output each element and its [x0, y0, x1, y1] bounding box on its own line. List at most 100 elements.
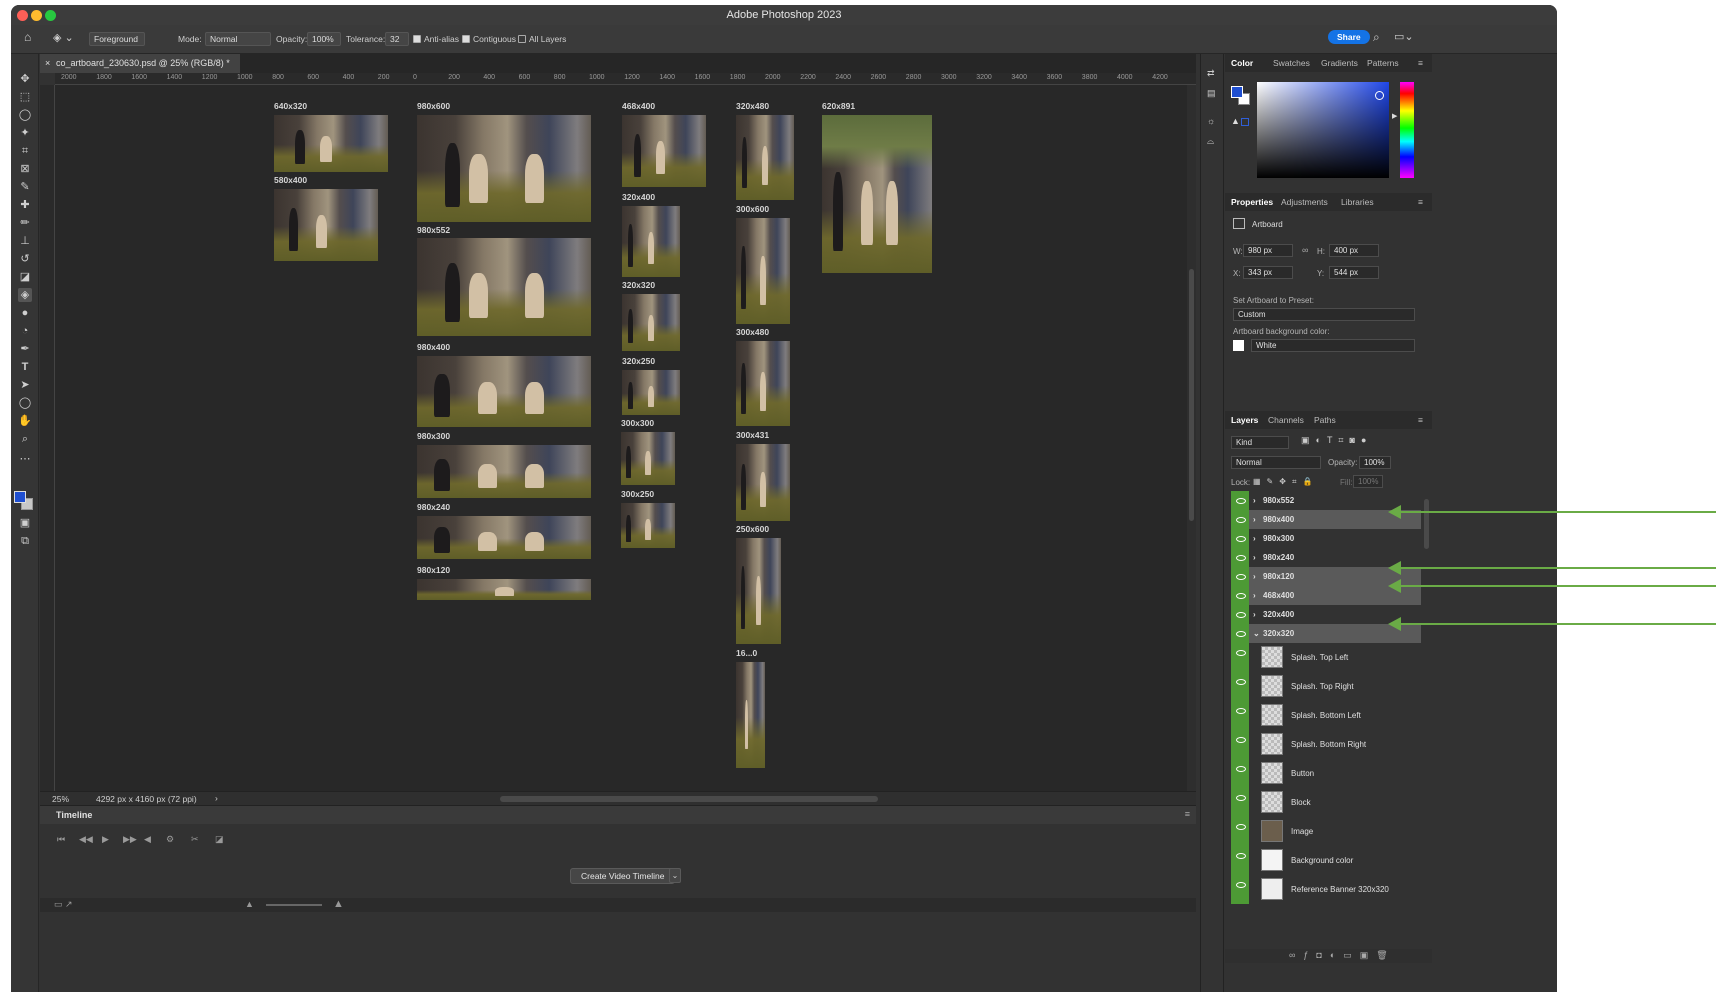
screen-mode-icon[interactable]: ⧉ — [18, 534, 32, 548]
y-input[interactable]: 544 px — [1329, 266, 1379, 279]
panel-menu-icon[interactable]: ≡ — [1185, 809, 1190, 819]
visibility-eye-icon[interactable] — [1231, 817, 1249, 846]
panel-menu-icon[interactable]: ≡ — [1418, 58, 1423, 68]
prev-frame-icon[interactable]: ◀◀ — [79, 834, 93, 845]
lock-icons[interactable]: ▦✎✥⌗🔒 — [1253, 477, 1318, 487]
layer-item[interactable]: Splash. Bottom Right — [1231, 730, 1421, 759]
layer-item[interactable]: Reference Banner 320x320 — [1231, 875, 1421, 904]
blend-mode-select[interactable]: Normal — [1231, 456, 1321, 469]
hand-tool-icon[interactable]: ✋ — [18, 414, 32, 428]
artboard-bg-select[interactable]: White — [1251, 339, 1415, 352]
artboard-160x600[interactable] — [736, 662, 765, 768]
document-tab[interactable]: × co_artboard_230630.psd @ 25% (RGB/8) * — [40, 54, 240, 73]
contiguous-checkbox[interactable]: Contiguous — [462, 34, 516, 44]
artboard-980x300[interactable] — [417, 445, 591, 498]
artboard-980x400[interactable] — [417, 356, 591, 427]
link-dimensions-icon[interactable]: ∞ — [1302, 245, 1308, 255]
search-icon[interactable]: ⌕ — [1373, 30, 1380, 45]
create-video-timeline-button[interactable]: Create Video Timeline — [570, 868, 676, 884]
zoom-level[interactable]: 25% — [52, 794, 69, 804]
artboard-300x300[interactable] — [621, 432, 675, 485]
visibility-eye-icon[interactable] — [1231, 567, 1249, 586]
tab-adjustments[interactable]: Adjustments — [1281, 197, 1328, 207]
artboard-980x120[interactable] — [417, 579, 591, 600]
pen-tool-icon[interactable]: ✒ — [18, 342, 32, 356]
eraser-tool-icon[interactable]: ◪ — [18, 270, 32, 284]
eyedropper-tool-icon[interactable]: ✎ — [18, 180, 32, 194]
zoom-tool-icon[interactable]: ⌕ — [18, 432, 32, 446]
artboard-620x891[interactable] — [822, 115, 932, 273]
frame-icon[interactable]: ▭ ↗ — [54, 899, 73, 910]
next-frame-icon[interactable]: ▶▶ — [123, 834, 137, 845]
foreground-color-swatch[interactable] — [14, 491, 26, 503]
horizontal-scrollbar[interactable] — [500, 796, 878, 802]
hue-slider-handle-icon[interactable]: ▶ — [1392, 112, 1397, 120]
artboard-320x480[interactable] — [736, 115, 794, 200]
tab-libraries[interactable]: Libraries — [1341, 197, 1374, 207]
magic-wand-tool-icon[interactable]: ✦ — [18, 126, 32, 140]
layer-item[interactable]: Button — [1231, 759, 1421, 788]
frame-tool-icon[interactable]: ⊠ — [18, 162, 32, 176]
color-picker-circle[interactable] — [1375, 91, 1384, 100]
artboard-300x600[interactable] — [736, 218, 790, 324]
expand-arrow-icon[interactable]: › — [1253, 510, 1256, 529]
color-field[interactable] — [1257, 82, 1389, 178]
fill-source-select[interactable]: Foreground — [89, 32, 145, 46]
tab-swatches[interactable]: Swatches — [1273, 58, 1310, 68]
layer-item[interactable]: Splash. Top Right — [1231, 672, 1421, 701]
visibility-eye-icon[interactable] — [1231, 701, 1249, 730]
lasso-tool-icon[interactable]: ◯ — [18, 108, 32, 122]
tab-color[interactable]: Color — [1231, 58, 1253, 68]
more-tools-icon[interactable]: ⋯ — [18, 452, 32, 466]
path-selection-icon[interactable]: ➤ — [18, 378, 32, 392]
blur-tool-icon[interactable]: ● — [18, 306, 32, 320]
layer-group[interactable]: › 980x300 — [1231, 529, 1421, 548]
artboard-468x400[interactable] — [622, 115, 706, 187]
visibility-eye-icon[interactable] — [1231, 529, 1249, 548]
visibility-eye-icon[interactable] — [1231, 759, 1249, 788]
visibility-eye-icon[interactable] — [1231, 510, 1249, 529]
workspace-icon[interactable]: ▭⌄ — [1394, 30, 1414, 43]
tab-channels[interactable]: Channels — [1268, 415, 1304, 425]
tolerance-input[interactable]: 32 — [385, 32, 409, 46]
visibility-eye-icon[interactable] — [1231, 788, 1249, 817]
type-tool-icon[interactable]: T — [18, 360, 32, 374]
tab-gradients[interactable]: Gradients — [1321, 58, 1358, 68]
x-input[interactable]: 343 px — [1243, 266, 1293, 279]
artboard-580x400[interactable] — [274, 189, 378, 261]
layer-item[interactable]: Splash. Top Left — [1231, 643, 1421, 672]
panel-menu-icon[interactable]: ≡ — [1418, 415, 1423, 425]
visibility-eye-icon[interactable] — [1231, 730, 1249, 759]
panel-menu-icon[interactable]: ≡ — [1418, 197, 1423, 207]
first-frame-icon[interactable]: ⏮ — [57, 834, 65, 845]
layer-item[interactable]: Background color — [1231, 846, 1421, 875]
layers-scrollbar[interactable] — [1424, 499, 1429, 549]
artboard-640x320[interactable] — [274, 115, 388, 172]
tab-layers[interactable]: Layers — [1231, 415, 1258, 425]
height-input[interactable]: 400 px — [1329, 244, 1379, 257]
artboard-980x240[interactable] — [417, 516, 591, 559]
expand-arrow-icon[interactable]: › — [1253, 586, 1256, 605]
filter-icons[interactable]: ▣◐T⌗◙● — [1301, 435, 1372, 446]
artboard-bg-swatch[interactable] — [1233, 340, 1244, 351]
play-icon[interactable]: ▶ — [102, 834, 109, 845]
paint-bucket-icon[interactable]: ◈ — [18, 288, 32, 302]
transition-icon[interactable]: ◪ — [215, 834, 224, 845]
share-button[interactable]: Share — [1328, 30, 1370, 44]
tab-paths[interactable]: Paths — [1314, 415, 1336, 425]
artboard-250x600[interactable] — [736, 538, 781, 644]
healing-brush-icon[interactable]: ✚ — [18, 198, 32, 212]
quick-mask-icon[interactable]: ▣ — [18, 516, 32, 530]
width-input[interactable]: 980 px — [1243, 244, 1293, 257]
visibility-eye-icon[interactable] — [1231, 672, 1249, 701]
anti-alias-checkbox[interactable]: Anti-alias — [413, 34, 459, 44]
dodge-tool-icon[interactable]: ◔ — [18, 324, 32, 338]
artboard-320x400[interactable] — [622, 206, 680, 277]
artboard-980x600[interactable] — [417, 115, 591, 222]
layer-item[interactable]: Image — [1231, 817, 1421, 846]
artboard-320x320[interactable] — [622, 294, 680, 351]
canvas[interactable]: 640x320 580x400 980x600 980x552 980x400 … — [55, 85, 1187, 791]
visibility-eye-icon[interactable] — [1231, 875, 1249, 904]
expand-arrow-icon[interactable]: › — [1253, 605, 1256, 624]
canvas-vertical-scrollbar[interactable] — [1187, 85, 1196, 791]
